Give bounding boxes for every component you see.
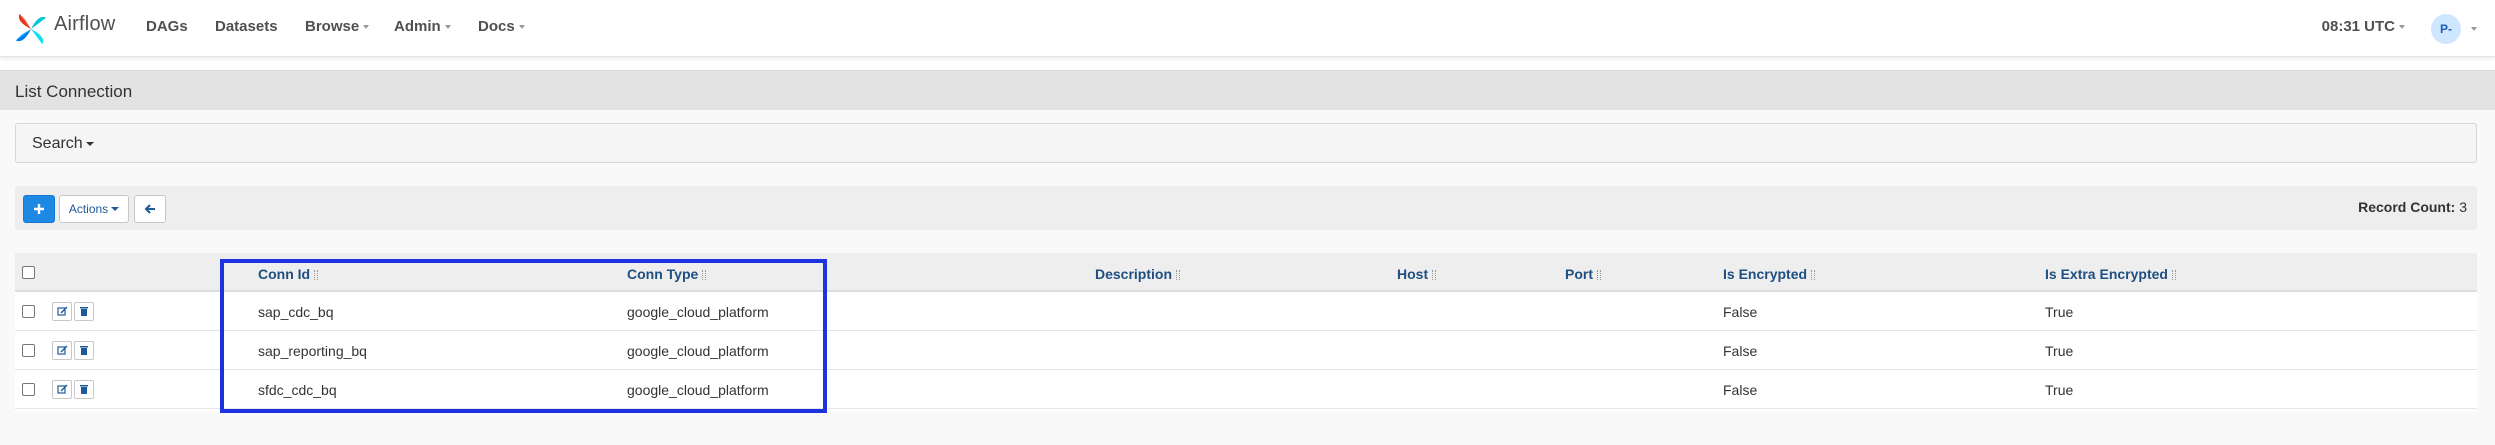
actions-label: Actions xyxy=(68,202,109,216)
record-count: Record Count: 3 xyxy=(2358,199,2467,215)
table-row: sap_reporting_bq google_cloud_platform F… xyxy=(15,331,2477,370)
column-label: Conn Id xyxy=(258,266,311,282)
record-count-label: Record Count: xyxy=(2358,199,2456,215)
nav-docs[interactable]: Docs xyxy=(478,18,525,35)
cell-is-extra-encrypted: True xyxy=(2045,343,2074,359)
row-checkbox[interactable] xyxy=(22,383,35,396)
row-checkbox[interactable] xyxy=(22,344,35,357)
sort-icon xyxy=(314,270,319,280)
cell-conn-id: sap_reporting_bq xyxy=(258,343,367,359)
caret-down-icon xyxy=(2471,27,2477,31)
panel-heading: List Connection xyxy=(0,70,2495,110)
sort-icon xyxy=(702,270,707,280)
user-initials: P- xyxy=(2440,22,2452,36)
cell-conn-type: google_cloud_platform xyxy=(627,343,769,359)
edit-icon xyxy=(56,345,67,355)
table-row: sfdc_cdc_bq google_cloud_platform False … xyxy=(15,370,2477,409)
column-label: Host xyxy=(1397,266,1429,282)
actions-dropdown[interactable]: Actions xyxy=(59,195,129,223)
sort-icon xyxy=(1176,270,1181,280)
cell-is-encrypted: False xyxy=(1723,382,1758,398)
search-label: Search xyxy=(32,135,83,152)
column-label: Description xyxy=(1095,266,1173,282)
column-header-conn-id[interactable]: Conn Id xyxy=(258,266,319,282)
trash-icon xyxy=(80,385,88,394)
page-title: List Connection xyxy=(15,82,133,101)
edit-record-button[interactable] xyxy=(52,302,72,321)
cell-conn-type: google_cloud_platform xyxy=(627,382,769,398)
row-checkbox[interactable] xyxy=(22,305,35,318)
edit-icon xyxy=(56,306,67,316)
airflow-logo-link[interactable]: Airflow xyxy=(12,6,115,52)
cell-is-extra-encrypted: True xyxy=(2045,382,2074,398)
search-panel: Search xyxy=(15,123,2477,163)
edit-record-button[interactable] xyxy=(52,341,72,360)
sort-icon xyxy=(1597,270,1601,280)
column-label: Is Extra Encrypted xyxy=(2045,266,2168,282)
sort-icon xyxy=(1811,270,1816,280)
clock-label: 08:31 UTC xyxy=(2321,18,2395,35)
edit-record-button[interactable] xyxy=(52,380,72,399)
brand-name: Airflow xyxy=(54,12,116,35)
add-record-button[interactable] xyxy=(23,195,55,223)
caret-down-icon xyxy=(363,25,370,30)
nav-datasets-label: Datasets xyxy=(215,18,278,35)
record-count-value: 3 xyxy=(2459,199,2467,215)
nav-datasets[interactable]: Datasets xyxy=(215,18,278,35)
caret-down-icon xyxy=(518,25,525,30)
delete-record-button[interactable] xyxy=(74,380,94,399)
caret-down-icon xyxy=(2399,25,2405,30)
column-header-host[interactable]: Host xyxy=(1397,266,1437,282)
cell-is-encrypted: False xyxy=(1723,304,1758,320)
caret-down-icon xyxy=(85,141,94,146)
cell-conn-id: sfdc_cdc_bq xyxy=(258,382,337,398)
arrow-left-icon xyxy=(144,204,155,214)
edit-icon xyxy=(56,384,67,394)
user-avatar[interactable]: P- xyxy=(2431,14,2461,44)
column-label: Conn Type xyxy=(627,266,699,282)
column-header-is-extra-encrypted[interactable]: Is Extra Encrypted xyxy=(2045,266,2176,282)
delete-record-button[interactable] xyxy=(74,302,94,321)
cell-is-encrypted: False xyxy=(1723,343,1758,359)
top-navbar: Airflow DAGs Datasets Browse Admin Docs … xyxy=(0,0,2495,57)
utc-clock-dropdown[interactable]: 08:31 UTC xyxy=(2322,18,2405,35)
list-toolbar: Actions Record Count: 3 xyxy=(15,186,2477,230)
table-row: sap_cdc_bq google_cloud_platform False T… xyxy=(15,292,2477,331)
nav-browse-label: Browse xyxy=(305,18,360,35)
nav-dags[interactable]: DAGs xyxy=(146,18,188,35)
column-header-conn-type[interactable]: Conn Type xyxy=(627,266,707,282)
sort-icon xyxy=(2171,270,2176,280)
nav-browse[interactable]: Browse xyxy=(305,18,370,35)
nav-admin[interactable]: Admin xyxy=(394,18,451,35)
connections-table: Conn Id Conn Type Description Host Port … xyxy=(15,253,2477,412)
search-dropdown[interactable]: Search xyxy=(32,135,94,153)
sort-icon xyxy=(1432,270,1437,280)
back-button[interactable] xyxy=(134,195,166,223)
caret-down-icon xyxy=(111,207,120,211)
column-header-description[interactable]: Description xyxy=(1095,266,1181,282)
column-header-is-encrypted[interactable]: Is Encrypted xyxy=(1723,266,1816,282)
nav-admin-label: Admin xyxy=(394,18,441,35)
airflow-pinwheel-icon xyxy=(15,13,47,45)
plus-icon xyxy=(34,204,44,214)
trash-icon xyxy=(80,307,88,316)
select-all-checkbox[interactable] xyxy=(22,266,35,279)
cell-conn-id: sap_cdc_bq xyxy=(258,304,334,320)
cell-is-extra-encrypted: True xyxy=(2045,304,2074,320)
nav-docs-label: Docs xyxy=(478,18,515,35)
column-label: Is Encrypted xyxy=(1723,266,1808,282)
trash-icon xyxy=(80,346,88,355)
column-header-port[interactable]: Port xyxy=(1565,266,1601,282)
caret-down-icon xyxy=(444,25,451,30)
column-label: Port xyxy=(1565,266,1593,282)
delete-record-button[interactable] xyxy=(74,341,94,360)
cell-conn-type: google_cloud_platform xyxy=(627,304,769,320)
nav-dags-label: DAGs xyxy=(146,18,188,35)
table-header-row: Conn Id Conn Type Description Host Port … xyxy=(15,253,2477,292)
